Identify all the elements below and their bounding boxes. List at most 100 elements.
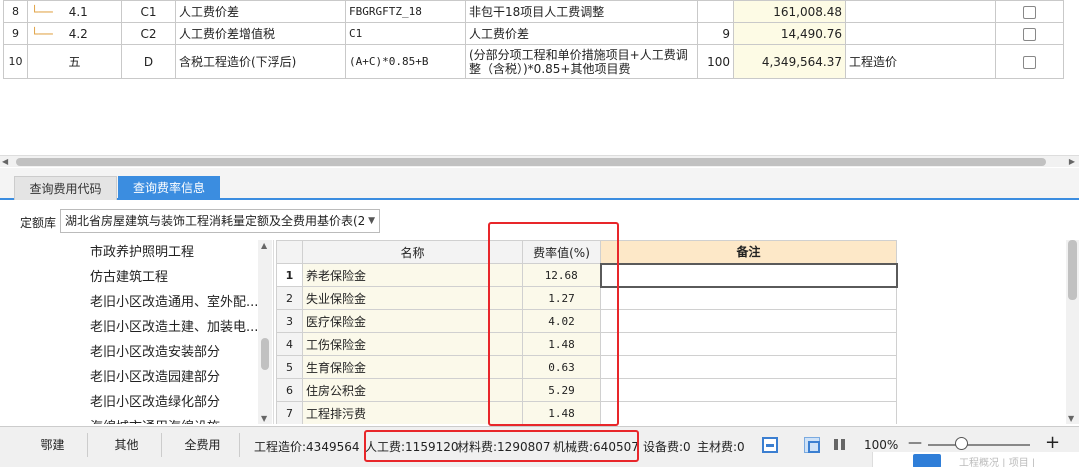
layout-toggle-icon[interactable] [762, 437, 778, 453]
column-header-rate[interactable]: 费率值(%) [522, 240, 601, 264]
rate-name[interactable]: 工程排污费 [302, 401, 523, 424]
row-seq[interactable]: └── 4.1 [27, 0, 122, 23]
row-base[interactable]: C1 [345, 22, 466, 45]
row-qty[interactable]: 100 [697, 44, 734, 79]
row-amount[interactable]: 14,490.76 [733, 22, 846, 45]
row-number[interactable]: 8 [3, 0, 28, 23]
single-view-icon[interactable] [804, 437, 820, 453]
tab-query-fee-code[interactable]: 查询费用代码 [14, 176, 117, 200]
status-button-other[interactable]: 其他 [92, 433, 162, 457]
remark-cell[interactable] [600, 355, 897, 379]
scroll-left-icon[interactable]: ◀ [2, 157, 8, 166]
row-name[interactable]: 人工费价差增值税 [175, 22, 346, 45]
rate-table-scrollbar[interactable]: ▼ [1066, 240, 1079, 424]
rate-value[interactable]: 1.48 [522, 332, 601, 356]
rate-name[interactable]: 养老保险金 [302, 263, 523, 287]
rate-row[interactable]: 6 住房公积金 5.29 [276, 378, 897, 402]
rate-value[interactable]: 12.68 [522, 263, 601, 287]
row-base[interactable]: (A+C)*0.85+B [345, 44, 466, 79]
remark-cell[interactable] [599, 262, 898, 288]
tree-item[interactable]: 老旧小区改造园建部分 [0, 365, 273, 390]
column-header-remark[interactable]: 备注 [600, 240, 897, 264]
remark-cell[interactable] [600, 309, 897, 333]
remark-cell[interactable] [600, 332, 897, 356]
rate-name[interactable]: 工伤保险金 [302, 332, 523, 356]
status-button-full-fee[interactable]: 全费用 [166, 433, 240, 457]
quota-library-select[interactable]: 湖北省房屋建筑与装饰工程消耗量定额及全费用基价表(2 ▼ [60, 209, 380, 233]
column-header-name[interactable]: 名称 [302, 240, 523, 264]
rate-row[interactable]: 4 工伤保险金 1.48 [276, 332, 897, 356]
row-name[interactable]: 人工费价差 [175, 0, 346, 23]
row-category[interactable]: 工程造价 [845, 44, 996, 79]
tree-item[interactable]: 仿古建筑工程 [0, 265, 273, 290]
split-view-icon[interactable] [832, 437, 848, 453]
fee-row[interactable]: 10 五 D 含税工程造价(下浮后) (A+C)*0.85+B (分部分项工程和单价措施项… [3, 44, 1064, 79]
row-seq[interactable]: 五 [27, 44, 122, 79]
row-name[interactable]: 含税工程造价(下浮后) [175, 44, 346, 79]
tree-item[interactable]: 市政养护照明工程 [0, 240, 273, 265]
row-number[interactable]: 10 [3, 44, 28, 79]
fee-row[interactable]: 9 └── 4.2 C2 人工费价差增值税 C1 人工费价差 9 14,490.76 [3, 22, 1064, 45]
scroll-up-icon[interactable]: ▲ [261, 241, 267, 250]
row-category[interactable] [845, 22, 996, 45]
row-base-desc[interactable]: 人工费价差 [465, 22, 698, 45]
rate-row[interactable]: 1 养老保险金 12.68 [276, 262, 898, 288]
rate-row[interactable]: 3 医疗保险金 4.02 [276, 309, 897, 333]
remark-cell[interactable] [600, 378, 897, 402]
tree-item[interactable]: 老旧小区改造通用、室外配... [0, 290, 273, 315]
row-checkbox[interactable] [1023, 55, 1036, 69]
horizontal-scrollbar[interactable]: ◀ ▶ [0, 155, 1079, 167]
zoom-slider-track[interactable] [928, 444, 1030, 446]
fee-row[interactable]: 8 └── 4.1 C1 人工费价差 FBGRGFTZ_18 非包干18项目人工费调整 161… [3, 0, 1064, 23]
row-checkbox[interactable] [1023, 5, 1036, 19]
zoom-in-icon[interactable]: + [1045, 432, 1060, 453]
row-qty[interactable]: 9 [697, 22, 734, 45]
row-index: 6 [276, 378, 303, 402]
rate-scroll-thumb[interactable] [1068, 240, 1077, 300]
scroll-down-icon[interactable]: ▼ [261, 414, 267, 423]
zoom-out-icon[interactable]: — [908, 435, 922, 451]
row-base-desc[interactable]: 非包干18项目人工费调整 [465, 0, 698, 23]
row-base[interactable]: FBGRGFTZ_18 [345, 0, 466, 23]
rate-name[interactable]: 住房公积金 [302, 378, 523, 402]
row-code[interactable]: C2 [121, 22, 176, 45]
scroll-right-icon[interactable]: ▶ [1069, 157, 1075, 166]
rate-value[interactable]: 5.29 [522, 378, 601, 402]
rate-value[interactable]: 4.02 [522, 309, 601, 333]
row-category[interactable] [845, 0, 996, 23]
tree-branch-icon: └── [31, 26, 53, 41]
row-checkbox[interactable] [1023, 27, 1036, 41]
row-number[interactable]: 9 [3, 22, 28, 45]
row-amount[interactable]: 161,008.48 [733, 0, 846, 23]
rate-name[interactable]: 生育保险金 [302, 355, 523, 379]
scroll-down-icon[interactable]: ▼ [1068, 414, 1074, 423]
tree-item[interactable]: 海绵城市通用海绵设施... [0, 415, 273, 424]
remark-cell[interactable] [600, 401, 897, 424]
row-seq-text: 4.1 [68, 4, 88, 19]
rate-value[interactable]: 1.48 [522, 401, 601, 424]
row-amount[interactable]: 4,349,564.37 [733, 44, 846, 79]
rate-row[interactable]: 7 工程排污费 1.48 [276, 401, 897, 424]
rate-row[interactable]: 5 生育保险金 0.63 [276, 355, 897, 379]
tree-scrollbar[interactable]: ▲ ▼ [258, 240, 272, 424]
tab-query-rate-info[interactable]: 查询费率信息 [118, 176, 220, 200]
row-seq[interactable]: └── 4.2 [27, 22, 122, 45]
row-code[interactable]: D [121, 44, 176, 79]
tree-item[interactable]: 老旧小区改造绿化部分 [0, 390, 273, 415]
row-base-desc[interactable]: (分部分项工程和单价措施项目+人工费调整（含税）)*0.85+其他项目费 [465, 44, 698, 79]
row-qty[interactable] [697, 0, 734, 23]
tree-item[interactable]: 老旧小区改造安装部分 [0, 340, 273, 365]
rate-value[interactable]: 1.27 [522, 286, 601, 310]
tree-item[interactable]: 老旧小区改造土建、加装电... [0, 315, 273, 340]
tree-scroll-thumb[interactable] [261, 338, 269, 370]
scroll-thumb[interactable] [16, 158, 1046, 166]
rate-row[interactable]: 2 失业保险金 1.27 [276, 286, 897, 310]
rate-name[interactable]: 医疗保险金 [302, 309, 523, 333]
row-code[interactable]: C1 [121, 0, 176, 23]
rate-value[interactable]: 0.63 [522, 355, 601, 379]
chevron-down-icon[interactable]: ▼ [368, 210, 375, 232]
zoom-slider-knob[interactable] [955, 437, 969, 450]
rate-name[interactable]: 失业保险金 [302, 286, 523, 310]
status-button-hubei[interactable]: 鄂建 [18, 433, 88, 457]
remark-cell[interactable] [600, 286, 897, 310]
